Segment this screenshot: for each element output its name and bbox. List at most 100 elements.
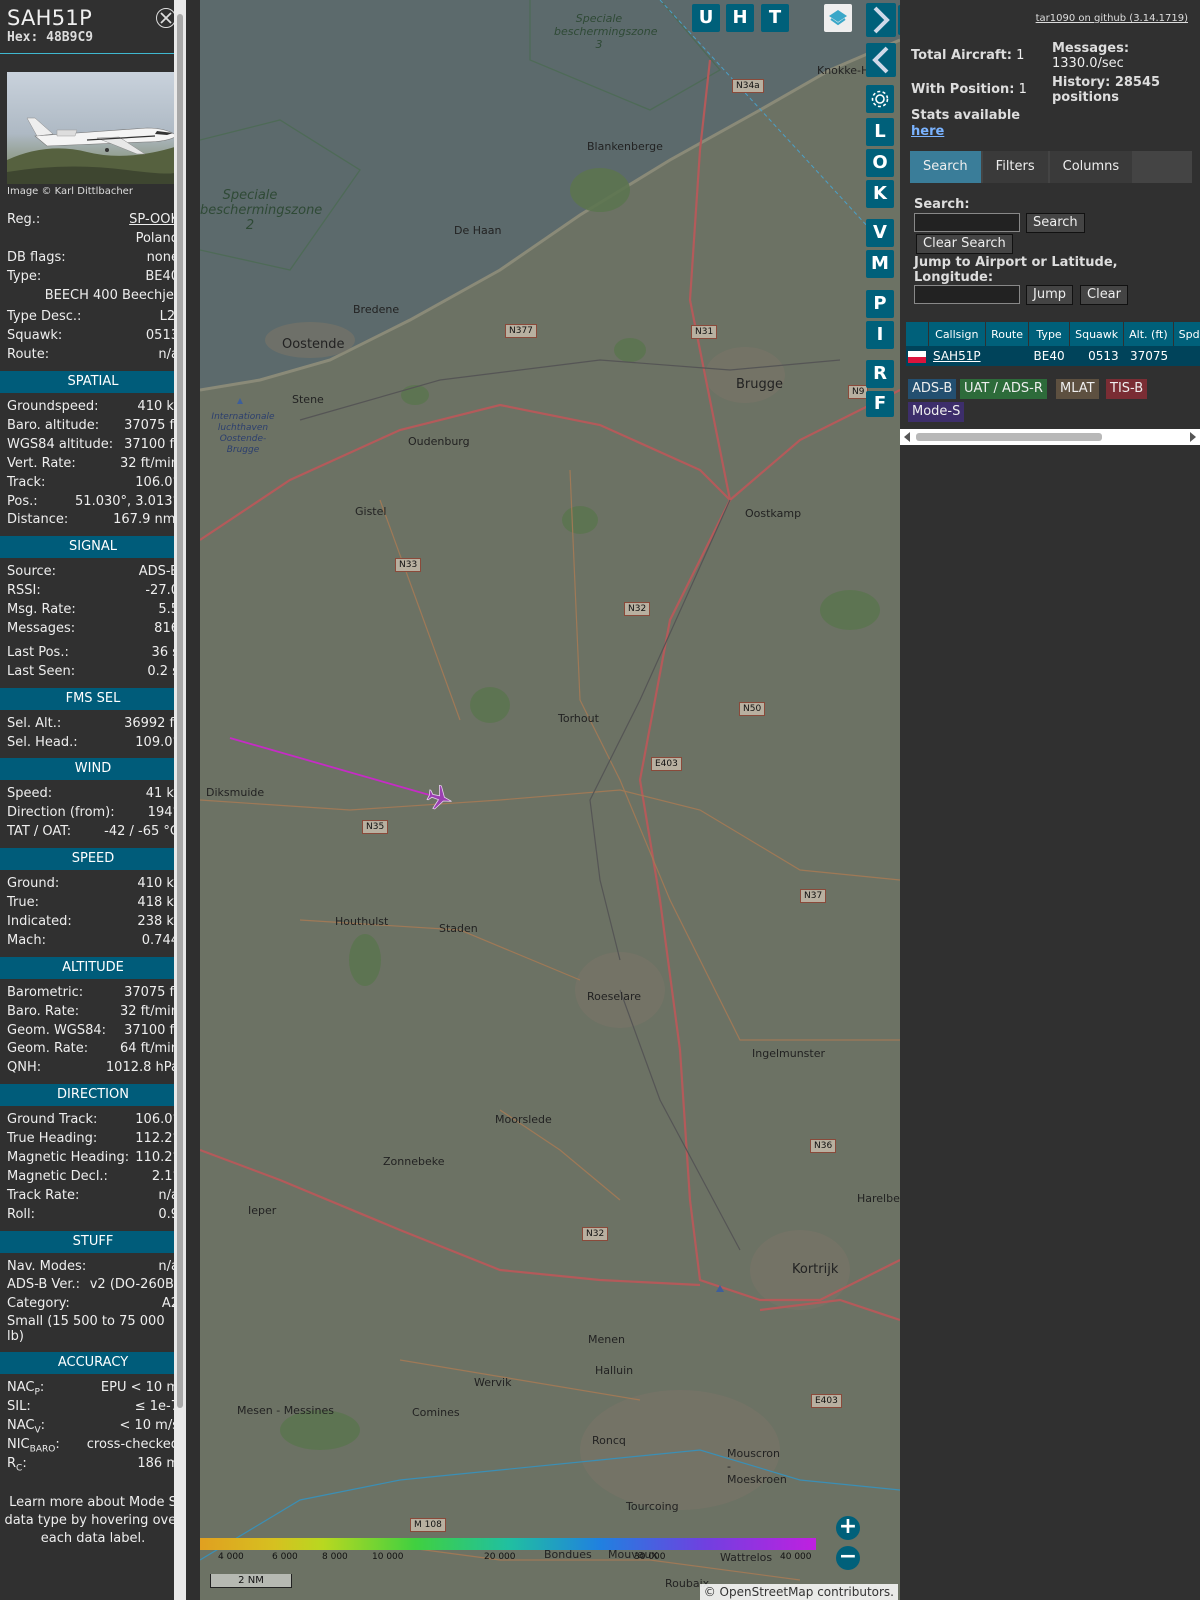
col-spd[interactable]: Spd. xyxy=(1173,322,1200,346)
info-row-label[interactable]: Roll: xyxy=(7,1206,35,1225)
button-o[interactable]: O xyxy=(866,149,894,177)
col-route[interactable]: Route xyxy=(985,322,1030,346)
scroll-left-icon[interactable] xyxy=(903,432,911,442)
aircraft-marker-icon[interactable] xyxy=(425,783,455,813)
info-row-label[interactable]: Vert. Rate: xyxy=(7,455,76,474)
place-stene: Stene xyxy=(292,393,324,406)
close-icon[interactable] xyxy=(156,8,176,28)
info-row-label[interactable]: Magnetic Decl.: xyxy=(7,1168,108,1187)
map-attribution[interactable]: © OpenStreetMap contributors. xyxy=(699,1584,898,1600)
info-row-label[interactable]: Category: xyxy=(7,1295,70,1314)
button-h[interactable]: H xyxy=(726,4,754,32)
info-row-label[interactable]: Ground: xyxy=(7,875,59,894)
alt-tick: 8 000 xyxy=(322,1552,348,1562)
info-row-label[interactable]: Baro. Rate: xyxy=(7,1003,79,1022)
info-row-label[interactable]: Pos.: xyxy=(7,493,38,512)
expand-left-icon[interactable] xyxy=(866,43,896,77)
info-row-label[interactable]: RC: xyxy=(7,1455,27,1474)
info-row-label[interactable]: NACV: xyxy=(7,1417,45,1436)
info-row-label[interactable]: WGS84 altitude: xyxy=(7,436,113,455)
button-u[interactable]: U xyxy=(692,4,720,32)
info-row-label[interactable]: Baro. altitude: xyxy=(7,417,99,436)
tab-search[interactable]: Search xyxy=(910,151,981,183)
place-oostende: Oostende xyxy=(282,337,345,352)
info-row-label[interactable]: Speed: xyxy=(7,785,52,804)
col-type[interactable]: Type xyxy=(1028,322,1071,346)
button-t[interactable]: T xyxy=(761,4,789,32)
info-row-label[interactable]: Barometric: xyxy=(7,984,83,1003)
info-row-label[interactable]: True: xyxy=(7,894,39,913)
place-knokke: Knokke-H xyxy=(817,64,870,77)
col-alt[interactable]: Alt. (ft) xyxy=(1123,322,1174,346)
clear-search-button[interactable]: Clear Search xyxy=(916,234,1013,254)
info-row-label[interactable]: Last Pos.: xyxy=(7,644,69,663)
info-row: WGS84 altitude: 37100 ft xyxy=(0,436,186,455)
col-squawk[interactable]: Squawk xyxy=(1069,322,1125,346)
button-p[interactable]: P xyxy=(866,290,894,318)
info-row-label[interactable]: Last Seen: xyxy=(7,663,75,682)
info-row-label[interactable]: QNH: xyxy=(7,1059,41,1078)
clear-button[interactable]: Clear xyxy=(1080,285,1128,305)
table-row[interactable]: SAH51P BE40 0513 37075 xyxy=(906,346,1200,366)
info-row-label[interactable]: Sel. Alt.: xyxy=(7,715,61,734)
info-row-label[interactable]: Geom. WGS84: xyxy=(7,1022,106,1041)
button-k[interactable]: K xyxy=(866,180,894,208)
tab-filters[interactable]: Filters xyxy=(982,151,1048,183)
button-r[interactable]: R xyxy=(866,360,894,388)
settings-gear-icon[interactable] xyxy=(866,85,894,113)
stats-link[interactable]: here xyxy=(911,124,944,139)
info-row-label[interactable]: Groundspeed: xyxy=(7,398,98,417)
github-link[interactable]: tar1090 on github (3.14.1719) xyxy=(1036,13,1188,24)
info-row-label[interactable]: TAT / OAT: xyxy=(7,823,71,842)
layers-icon[interactable] xyxy=(824,4,852,32)
info-row-label[interactable]: NACP: xyxy=(7,1379,44,1398)
info-row-label[interactable]: Ground Track: xyxy=(7,1111,97,1130)
info-row-label[interactable]: RSSI: xyxy=(7,582,41,601)
info-row-label[interactable]: True Heading: xyxy=(7,1130,97,1149)
info-row: NACP: EPU < 10 m xyxy=(0,1379,186,1398)
registration-link[interactable]: SP-OOK xyxy=(129,211,179,230)
expand-right-icon[interactable] xyxy=(866,3,896,37)
jump-input[interactable] xyxy=(914,285,1020,304)
signal-group-2: Last Pos.: 36 s Last Seen: 0.2 s xyxy=(0,644,186,682)
info-row-label[interactable]: Indicated: xyxy=(7,913,72,932)
legend-modes: Mode-S xyxy=(908,402,965,422)
zoom-out-icon[interactable]: − xyxy=(836,1546,860,1570)
button-f[interactable]: F xyxy=(866,391,894,417)
table-scrollbar-thumb[interactable] xyxy=(916,433,1102,441)
info-row-label[interactable]: Source: xyxy=(7,563,56,582)
map-view[interactable]: Oostende Brugge Blankenberge De Haan Bre… xyxy=(200,0,900,1600)
info-row-label[interactable]: Sel. Head.: xyxy=(7,734,78,753)
info-row-label[interactable]: Messages: xyxy=(7,620,75,639)
button-l[interactable]: L xyxy=(866,118,894,146)
info-row-label[interactable]: NICBARO: xyxy=(7,1436,60,1455)
info-scrollbar[interactable] xyxy=(174,0,186,1600)
info-row-label[interactable]: Track Rate: xyxy=(7,1187,79,1206)
jump-button[interactable]: Jump xyxy=(1026,285,1073,305)
zoom-in-icon[interactable]: + xyxy=(836,1516,860,1540)
info-row: Magnetic Heading: 110.2° xyxy=(0,1149,186,1168)
col-callsign[interactable]: Callsign xyxy=(928,322,987,346)
info-row-label[interactable]: SIL: xyxy=(7,1398,31,1417)
button-v[interactable]: V xyxy=(866,219,894,247)
info-row-label[interactable]: Track: xyxy=(7,474,45,493)
info-row-label[interactable]: Nav. Modes: xyxy=(7,1258,86,1277)
table-horizontal-scrollbar[interactable] xyxy=(900,429,1200,445)
info-row-label[interactable]: Direction (from): xyxy=(7,804,115,823)
info-scrollbar-thumb[interactable] xyxy=(177,14,183,1408)
scroll-right-icon[interactable] xyxy=(1189,432,1197,442)
info-row-label[interactable]: Magnetic Heading: xyxy=(7,1149,129,1168)
info-row-label[interactable]: Distance: xyxy=(7,511,68,530)
info-row-label[interactable]: Msg. Rate: xyxy=(7,601,76,620)
search-button[interactable]: Search xyxy=(1026,213,1085,233)
info-row-label[interactable]: Geom. Rate: xyxy=(7,1040,88,1059)
button-i[interactable]: I xyxy=(866,321,894,349)
button-m[interactable]: M xyxy=(866,250,894,278)
info-row: Nav. Modes: n/a xyxy=(0,1258,186,1277)
aircraft-photo[interactable] xyxy=(7,72,178,184)
tab-columns[interactable]: Columns xyxy=(1049,151,1133,183)
info-row-label[interactable]: Mach: xyxy=(7,932,46,951)
search-input[interactable] xyxy=(914,213,1020,232)
row-callsign[interactable]: SAH51P xyxy=(928,346,986,366)
info-row-label[interactable]: ADS-B Ver.: xyxy=(7,1276,80,1295)
